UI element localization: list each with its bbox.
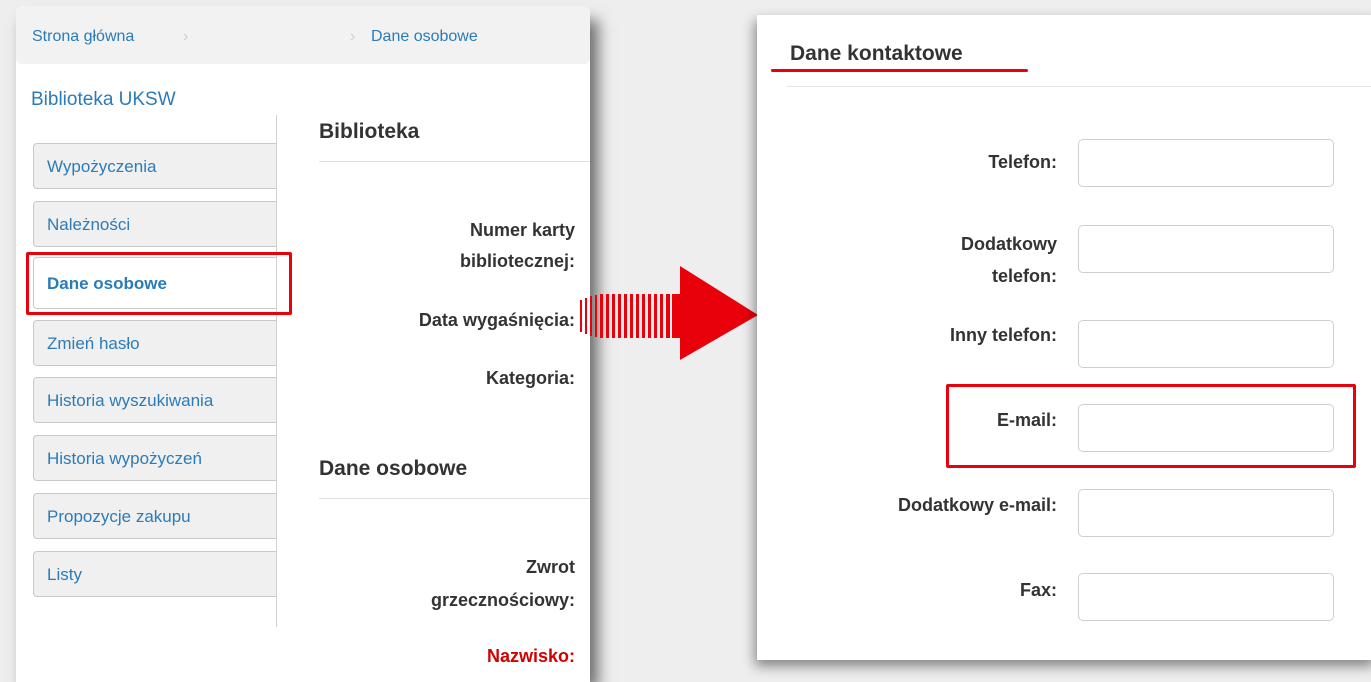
other-phone-input[interactable] bbox=[1078, 320, 1334, 368]
menu-item-purchase-suggestions[interactable]: Propozycje zakupu bbox=[33, 493, 276, 539]
expiry-label: Data wygaśnięcia: bbox=[418, 310, 575, 330]
menu-item-label: Listy bbox=[47, 565, 82, 584]
menu-item-loan-history[interactable]: Historia wypożyczeń bbox=[33, 435, 276, 481]
menu-item-label: Historia wypożyczeń bbox=[47, 449, 202, 468]
menu-item-lists[interactable]: Listy bbox=[33, 551, 276, 597]
alt-phone-label-line2: telefon: bbox=[992, 266, 1057, 286]
section-divider bbox=[319, 161, 590, 162]
card-number-label-line2: bibliotecznej: bbox=[459, 251, 575, 271]
library-link[interactable]: Biblioteka UKSW bbox=[31, 89, 176, 111]
contact-section-title: Dane kontaktowe bbox=[790, 42, 963, 65]
other-phone-label: Inny telefon: bbox=[950, 325, 1057, 345]
card-number-label-line1: Numer karty bbox=[469, 220, 575, 240]
phone-label: Telefon: bbox=[988, 152, 1057, 172]
menu-item-fines[interactable]: Należności bbox=[33, 201, 276, 247]
section-divider bbox=[787, 86, 1371, 87]
fax-input[interactable] bbox=[1078, 573, 1334, 621]
personal-section-title: Dane osobowe bbox=[319, 457, 468, 480]
right-arrow-icon bbox=[578, 260, 758, 360]
menu-item-label: Historia wyszukiwania bbox=[47, 391, 214, 410]
category-label: Kategoria: bbox=[485, 368, 575, 388]
library-section-title: Biblioteka bbox=[319, 120, 420, 143]
alt-email-input[interactable] bbox=[1078, 489, 1334, 537]
alt-email-label: Dodatkowy e-mail: bbox=[897, 495, 1057, 515]
menu-item-loans[interactable]: Wypożyczenia bbox=[33, 143, 276, 189]
menu-item-label: Zmień hasło bbox=[47, 334, 140, 353]
menu-item-label: Wypożyczenia bbox=[47, 157, 157, 176]
salutation-label-line1: Zwrot bbox=[526, 557, 575, 577]
alt-phone-input[interactable] bbox=[1078, 225, 1334, 273]
highlight-box-menu bbox=[26, 252, 292, 315]
phone-input[interactable] bbox=[1078, 139, 1334, 187]
surname-label: Nazwisko: bbox=[486, 646, 575, 666]
breadcrumb-separator: › bbox=[350, 28, 356, 45]
title-underline-highlight bbox=[771, 69, 1028, 72]
section-divider bbox=[319, 498, 590, 499]
breadcrumb-home-link[interactable]: Strona główna bbox=[32, 28, 134, 46]
menu-item-change-password[interactable]: Zmień hasło bbox=[33, 320, 276, 366]
salutation-label-line2: grzecznościowy: bbox=[430, 590, 575, 610]
highlight-box-email bbox=[946, 384, 1356, 468]
menu-item-label: Należności bbox=[47, 215, 131, 234]
breadcrumb-current[interactable]: Dane osobowe bbox=[371, 28, 478, 46]
menu-item-search-history[interactable]: Historia wyszukiwania bbox=[33, 377, 276, 423]
menu-divider bbox=[276, 115, 277, 627]
breadcrumb: Strona główna › › Dane osobowe bbox=[16, 6, 590, 64]
alt-phone-label-line1: Dodatkowy bbox=[960, 234, 1057, 254]
menu-item-label: Propozycje zakupu bbox=[47, 507, 191, 526]
breadcrumb-separator: › bbox=[183, 28, 189, 45]
fax-label: Fax: bbox=[1019, 580, 1057, 600]
